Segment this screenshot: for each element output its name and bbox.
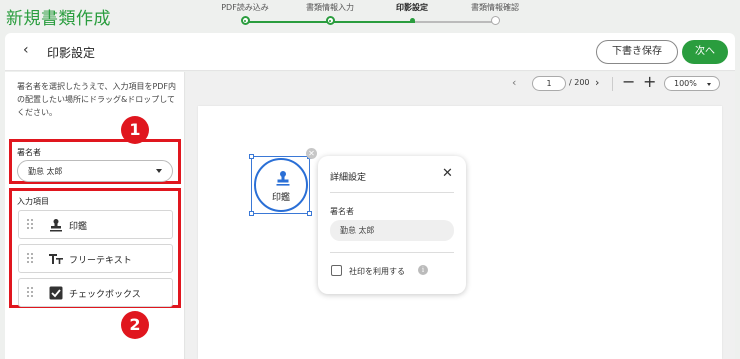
detail-settings-popup: 詳細設定 ✕ 署名者 勤怠 太郎 社印を利用する i: [318, 156, 466, 294]
step-done-dot: [325, 16, 335, 25]
pager-bar: ‹ 1 / 200 › − + 100%: [186, 72, 735, 95]
popup-signer-label: 署名者: [330, 207, 354, 216]
step-seal-settings: 印影設定: [396, 3, 428, 12]
remove-field-icon[interactable]: ✕: [306, 148, 317, 159]
popup-title: 詳細設定: [330, 173, 367, 183]
popup-signer-value: 勤怠 太郎: [340, 226, 375, 235]
divider: [330, 192, 454, 193]
page-title: 印影設定: [47, 46, 96, 60]
back-arrow-icon[interactable]: ‹: [23, 42, 29, 58]
step-done-dot: [240, 16, 250, 25]
signer-label: 署名者: [17, 148, 41, 157]
instructions-text: 署名者を選択したうえで、入力項目をPDF内の配置したい場所にドラッグ&ドロップし…: [17, 82, 177, 117]
field-item-stamp[interactable]: 印鑑: [18, 210, 173, 239]
zoom-out-icon[interactable]: −: [622, 72, 635, 91]
step-doc-info: 書類情報入力: [306, 3, 354, 12]
chevron-down-icon: [156, 169, 162, 173]
stepper-line-todo: [415, 21, 495, 23]
save-draft-button[interactable]: 下書き保存: [596, 40, 678, 64]
field-item-free-text[interactable]: フリーテキスト: [18, 244, 173, 273]
checkbox-icon: [49, 286, 63, 300]
step-todo-dot: [490, 16, 500, 25]
divider: [612, 77, 613, 91]
step-pdf-import: PDF読み込み: [221, 3, 269, 12]
field-item-label: チェックボックス: [69, 290, 141, 300]
fields-label: 入力項目: [17, 197, 49, 206]
prev-page-icon[interactable]: ‹: [512, 76, 516, 89]
sidebar-panel: 署名者を選択したうえで、入力項目をPDF内の配置したい場所にドラッグ&ドロップし…: [5, 72, 185, 359]
page-number-input[interactable]: 1: [532, 76, 566, 91]
seal-label: 印鑑: [271, 193, 290, 203]
signer-select[interactable]: 勤怠 太郎: [17, 160, 173, 182]
drag-handle-icon[interactable]: [27, 287, 35, 299]
field-item-label: フリーテキスト: [69, 256, 132, 266]
zoom-in-icon[interactable]: +: [643, 72, 656, 91]
progress-stepper: PDF読み込み 書類情報入力 印影設定 書類情報確認: [205, 2, 535, 28]
step-doc-confirm: 書類情報確認: [471, 3, 519, 12]
app-title: 新規書類作成: [6, 9, 111, 29]
zoom-select[interactable]: 100%: [664, 76, 720, 91]
field-item-label: 印鑑: [69, 222, 88, 232]
pdf-page[interactable]: 印鑑 ✕ 詳細設定 ✕ 署名者 勤怠 太郎 社印を利用する i: [198, 106, 722, 359]
seal-field-selection[interactable]: 印鑑: [249, 154, 312, 216]
field-item-checkbox[interactable]: チェックボックス: [18, 278, 173, 307]
next-page-icon[interactable]: ›: [595, 76, 599, 89]
page-toolbar: ‹ 印影設定 下書き保存 次へ: [5, 33, 735, 71]
annotation-badge-1: 1: [121, 116, 149, 144]
drag-handle-icon[interactable]: [27, 219, 35, 231]
info-icon[interactable]: i: [418, 265, 428, 275]
resize-handle[interactable]: [307, 211, 312, 216]
company-seal-checkbox[interactable]: [331, 265, 342, 276]
chevron-down-icon: [707, 83, 711, 86]
resize-handle[interactable]: [249, 154, 254, 159]
zoom-value: 100%: [674, 79, 697, 88]
resize-handle[interactable]: [249, 211, 254, 216]
stamp-icon: [50, 219, 62, 232]
seal-placeholder[interactable]: 印鑑: [254, 158, 308, 212]
stamp-icon: [276, 171, 290, 186]
close-icon[interactable]: ✕: [442, 166, 453, 181]
company-seal-label: 社印を利用する: [349, 267, 405, 276]
signer-select-value: 勤怠 太郎: [28, 167, 63, 176]
popup-signer-field: 勤怠 太郎: [330, 220, 454, 241]
annotation-badge-2: 2: [121, 311, 149, 339]
page-total: / 200: [569, 78, 590, 87]
divider: [330, 252, 454, 253]
step-current-dot: [409, 18, 415, 23]
pdf-viewer: ‹ 1 / 200 › − + 100% 印鑑 ✕ 詳細設定 ✕ 署名者 勤怠 …: [186, 72, 735, 359]
text-icon: [49, 254, 63, 264]
next-button[interactable]: 次へ: [682, 40, 728, 64]
drag-handle-icon[interactable]: [27, 253, 35, 265]
